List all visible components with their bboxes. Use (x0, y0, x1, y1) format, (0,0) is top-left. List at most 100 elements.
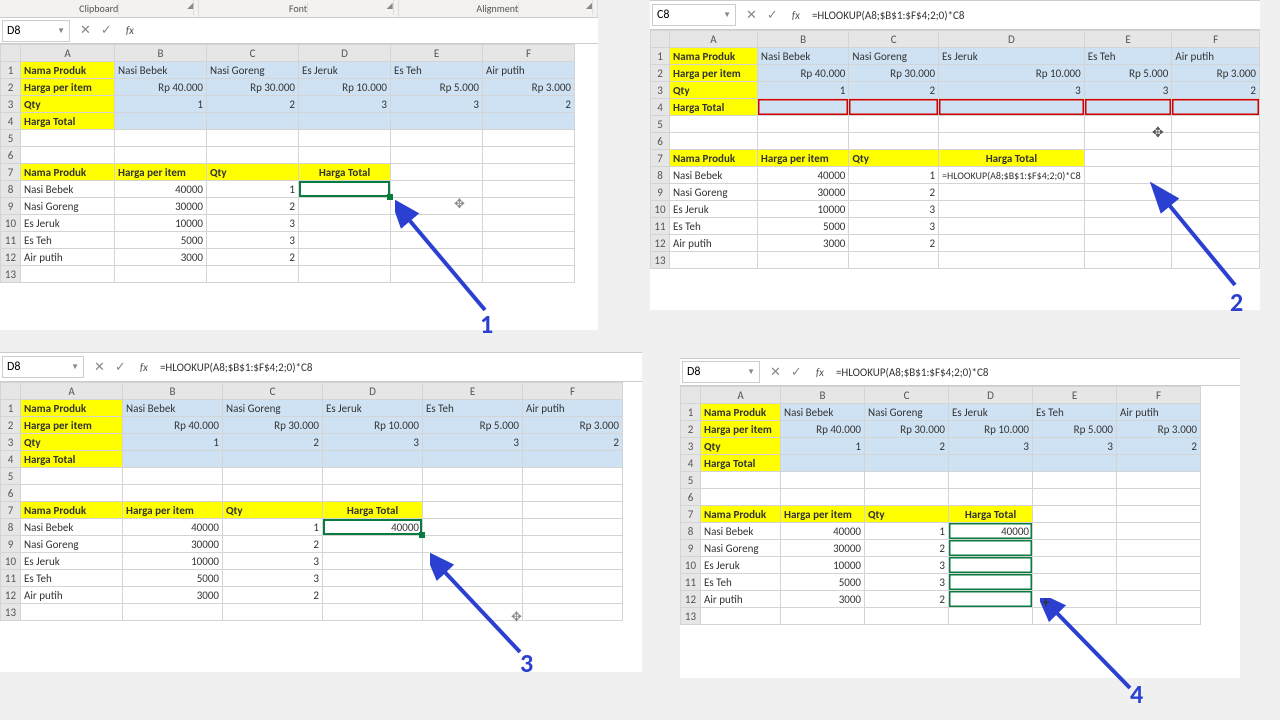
cell[interactable]: 1 (115, 96, 207, 113)
grid-p4[interactable]: ABCDEF1Nama ProdukNasi BebekNasi GorengE… (680, 386, 1201, 625)
cell[interactable] (1117, 523, 1201, 540)
row-header[interactable]: 4 (1, 113, 21, 130)
cell[interactable]: Harga Total (949, 506, 1033, 523)
cell[interactable] (21, 485, 123, 502)
cell[interactable]: Air putih (483, 62, 575, 79)
row-header[interactable]: 6 (681, 489, 701, 506)
cell[interactable]: Es Teh (1033, 404, 1117, 421)
row-header[interactable]: 7 (681, 506, 701, 523)
cell[interactable]: Nasi Goreng (207, 62, 299, 79)
cell[interactable]: Nasi Bebek (757, 48, 848, 65)
cell[interactable]: 1 (865, 523, 949, 540)
cell[interactable] (207, 266, 299, 283)
cell[interactable] (849, 116, 939, 133)
col-header[interactable]: A (21, 383, 123, 400)
cell[interactable]: Qty (223, 502, 323, 519)
cell[interactable]: Nama Produk (701, 404, 781, 421)
col-header[interactable]: E (1033, 387, 1117, 404)
cell[interactable]: 3000 (115, 249, 207, 266)
cell[interactable]: 2 (483, 96, 575, 113)
cell[interactable] (483, 266, 575, 283)
cell[interactable] (1033, 472, 1117, 489)
cell[interactable]: Nasi Goreng (21, 536, 123, 553)
cell[interactable] (849, 99, 939, 116)
cell[interactable] (523, 502, 623, 519)
ribbon-font[interactable]: Font◢ (199, 0, 398, 17)
cell[interactable] (323, 604, 423, 621)
cell[interactable]: 1 (849, 167, 939, 184)
cancel-icon[interactable]: ✕ (94, 360, 105, 375)
cell[interactable]: 10000 (757, 201, 848, 218)
cell[interactable]: Rp 30.000 (223, 417, 323, 434)
cell[interactable]: 5000 (757, 218, 848, 235)
cell[interactable] (939, 99, 1085, 116)
cell[interactable]: 3 (865, 557, 949, 574)
cell[interactable] (865, 608, 949, 625)
cell[interactable] (1117, 489, 1201, 506)
fx-icon[interactable]: fx (810, 366, 830, 379)
formula-input[interactable]: =HLOOKUP(A8;$B$1:$F$4;2;0)*C8 (830, 366, 1240, 379)
cell[interactable] (939, 184, 1085, 201)
cell[interactable] (115, 266, 207, 283)
cell[interactable]: Rp 40.000 (123, 417, 223, 434)
cell[interactable]: Nama Produk (701, 506, 781, 523)
cell[interactable]: Nasi Bebek (781, 404, 865, 421)
cell[interactable] (1033, 489, 1117, 506)
cell[interactable]: 3 (423, 434, 523, 451)
dropdown-icon[interactable]: ▼ (71, 362, 79, 372)
cell[interactable] (949, 574, 1033, 591)
cell[interactable] (483, 113, 575, 130)
formula-input[interactable]: =HLOOKUP(A8;$B$1:$F$4;2;0)*C8 (154, 361, 642, 374)
formula-input[interactable]: =HLOOKUP(A8;$B$1:$F$4;2;0)*C8 (806, 9, 1260, 22)
col-header[interactable]: A (21, 45, 115, 62)
cell[interactable] (299, 215, 391, 232)
cell[interactable]: Air putih (523, 400, 623, 417)
cell[interactable]: Qty (21, 96, 115, 113)
cell[interactable]: 1 (757, 82, 848, 99)
cell[interactable] (849, 252, 939, 269)
cell[interactable] (523, 485, 623, 502)
cell[interactable] (323, 587, 423, 604)
cell[interactable]: Rp 10.000 (299, 79, 391, 96)
cell[interactable] (299, 198, 391, 215)
row-header[interactable]: 3 (681, 438, 701, 455)
cell[interactable]: 3 (1084, 82, 1172, 99)
cell[interactable]: Air putih (21, 249, 115, 266)
cell[interactable]: Es Jeruk (669, 201, 757, 218)
row-header[interactable]: 4 (681, 455, 701, 472)
col-header[interactable]: D (939, 31, 1085, 48)
cell[interactable] (1084, 99, 1172, 116)
cell[interactable] (523, 468, 623, 485)
cell[interactable]: 2 (223, 434, 323, 451)
cell[interactable]: Rp 5.000 (1033, 421, 1117, 438)
name-box[interactable]: D8▼ (2, 356, 84, 378)
row-header[interactable]: 12 (1, 249, 21, 266)
cell[interactable]: Es Jeruk (701, 557, 781, 574)
cell[interactable] (391, 164, 483, 181)
row-header[interactable]: 11 (681, 574, 701, 591)
cell[interactable]: Harga per item (115, 164, 207, 181)
cell[interactable]: Harga Total (323, 502, 423, 519)
row-header[interactable]: 3 (651, 82, 670, 99)
cell[interactable]: 40000 (115, 181, 207, 198)
cell[interactable]: 2 (865, 591, 949, 608)
cell[interactable] (949, 455, 1033, 472)
col-header[interactable]: B (115, 45, 207, 62)
cell[interactable] (207, 130, 299, 147)
cell[interactable] (865, 489, 949, 506)
cell[interactable]: Rp 3.000 (1172, 65, 1260, 82)
cell[interactable] (299, 147, 391, 164)
cell[interactable]: Nasi Bebek (701, 523, 781, 540)
col-header[interactable] (1, 383, 21, 400)
row-header[interactable]: 12 (681, 591, 701, 608)
cell[interactable]: Rp 3.000 (1117, 421, 1201, 438)
cell[interactable]: Qty (207, 164, 299, 181)
cell[interactable] (781, 608, 865, 625)
cell[interactable] (323, 468, 423, 485)
cell[interactable]: 30000 (115, 198, 207, 215)
cell[interactable]: Es Jeruk (939, 48, 1085, 65)
cell[interactable] (949, 557, 1033, 574)
cell[interactable]: 3 (207, 232, 299, 249)
cell[interactable] (523, 604, 623, 621)
cell[interactable] (757, 133, 848, 150)
